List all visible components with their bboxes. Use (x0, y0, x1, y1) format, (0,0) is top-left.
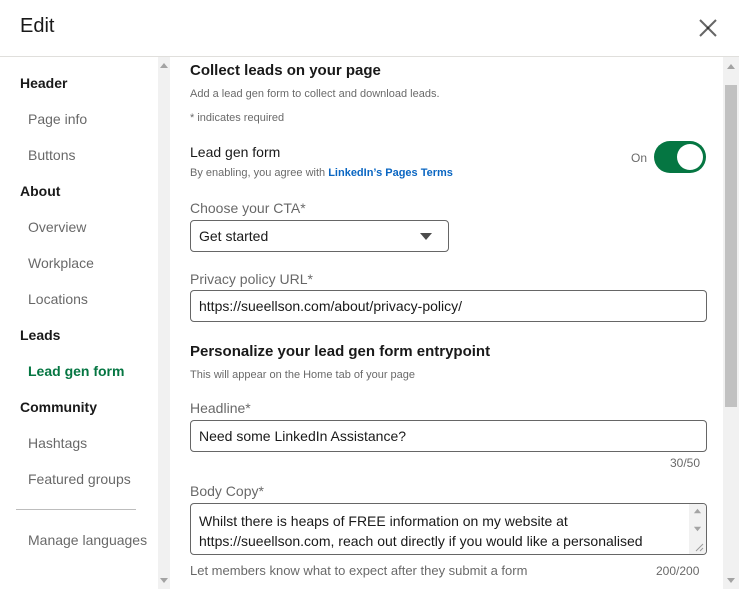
body-copy-hint: Let members know what to expect after th… (190, 563, 528, 578)
scroll-down-icon[interactable] (693, 524, 702, 533)
personalize-description: This will appear on the Home tab of your… (190, 369, 416, 381)
sidebar-divider (16, 509, 136, 510)
cta-select[interactable]: Get started (190, 220, 449, 252)
toggle-state-label: On (631, 151, 648, 165)
body-copy-char-count: 200/200 (656, 564, 700, 578)
sidebar-item-manage-languages[interactable]: Manage languages (28, 532, 147, 548)
headline-label: Headline* (190, 400, 251, 416)
lead-gen-agree-text: By enabling, you agree with LinkedIn’s P… (190, 167, 453, 179)
required-note: * indicates required (190, 112, 285, 124)
sidebar-item-hashtags[interactable]: Hashtags (28, 435, 87, 451)
personalize-title: Personalize your lead gen form entrypoin… (190, 343, 491, 360)
close-button[interactable] (693, 13, 723, 43)
agree-prefix: By enabling, you agree with (190, 167, 329, 179)
collect-leads-title: Collect leads on your page (190, 62, 381, 79)
privacy-policy-input[interactable]: https://sueellson.com/about/privacy-poli… (190, 290, 707, 322)
sidebar-item-page-info[interactable]: Page info (28, 111, 87, 127)
dialog-header: Edit (0, 0, 739, 57)
scroll-up-icon[interactable] (726, 62, 736, 72)
sidebar-scrollbar[interactable] (158, 57, 170, 589)
headline-char-count: 30/50 (670, 456, 701, 470)
sidebar-item-workplace[interactable]: Workplace (28, 255, 94, 271)
close-icon (699, 19, 717, 37)
toggle-knob (677, 144, 703, 170)
scrollbar-thumb[interactable] (725, 85, 737, 407)
sidebar-section-header: Header (20, 75, 68, 91)
resize-handle-icon[interactable] (694, 542, 704, 552)
caret-down-icon (420, 233, 432, 240)
sidebar-item-buttons[interactable]: Buttons (28, 147, 75, 163)
scroll-up-icon[interactable] (693, 507, 702, 516)
dialog-title: Edit (20, 15, 55, 37)
privacy-policy-label: Privacy policy URL* (190, 271, 313, 287)
lead-gen-toggle[interactable] (654, 141, 706, 173)
cta-label: Choose your CTA* (190, 200, 306, 216)
scroll-down-icon[interactable] (726, 575, 736, 585)
scroll-up-icon[interactable] (159, 61, 169, 71)
cta-selected-value: Get started (199, 228, 269, 244)
collect-leads-description: Add a lead gen form to collect and downl… (190, 88, 440, 100)
sidebar-item-featured-groups[interactable]: Featured groups (28, 471, 131, 487)
textarea-scrollbar[interactable] (689, 504, 706, 554)
lead-gen-form-label: Lead gen form (190, 144, 281, 160)
main-scrollbar[interactable] (723, 57, 739, 589)
body-copy-text: Whilst there is heaps of FREE informatio… (199, 513, 643, 549)
body-copy-textarea[interactable]: Whilst there is heaps of FREE informatio… (190, 503, 707, 555)
pages-terms-link[interactable]: LinkedIn’s Pages Terms (328, 167, 453, 179)
sidebar-item-lead-gen-form[interactable]: Lead gen form (28, 363, 124, 379)
sidebar-item-locations[interactable]: Locations (28, 291, 88, 307)
sidebar-item-overview[interactable]: Overview (28, 219, 86, 235)
sidebar-section-leads: Leads (20, 327, 61, 343)
scroll-down-icon[interactable] (159, 575, 169, 585)
sidebar-nav: Header Page info Buttons About Overview … (0, 57, 158, 589)
body-copy-label: Body Copy* (190, 483, 264, 499)
sidebar-section-about: About (20, 183, 61, 199)
main-content: Collect leads on your page Add a lead ge… (170, 57, 723, 589)
headline-input[interactable]: Need some LinkedIn Assistance? (190, 420, 707, 452)
sidebar-section-community: Community (20, 399, 97, 415)
